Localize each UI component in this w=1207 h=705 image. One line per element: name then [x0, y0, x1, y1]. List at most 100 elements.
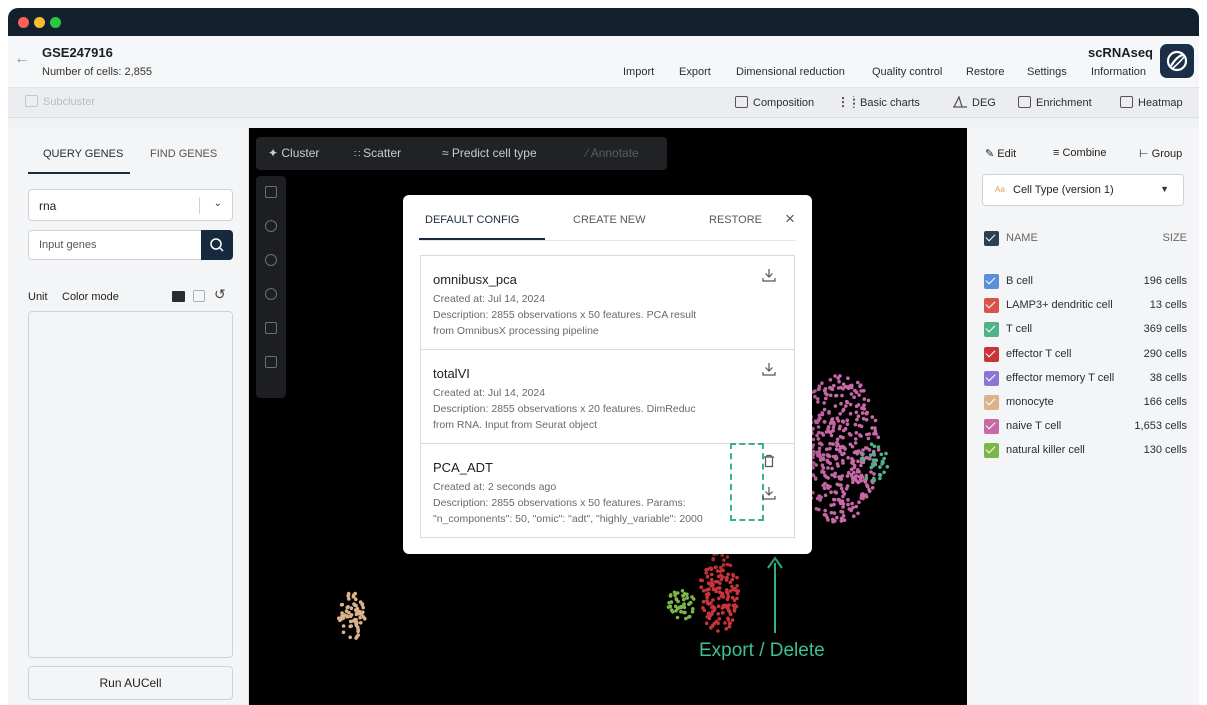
export-image-icon[interactable] — [265, 356, 277, 368]
cell-point — [731, 572, 735, 577]
cell-point — [735, 596, 739, 601]
tab-query-genes[interactable]: QUERY GENES — [43, 148, 123, 160]
enrichment-button[interactable]: Enrichment — [1018, 96, 1092, 109]
cell-type-row[interactable]: T cell 369 cells — [984, 320, 1187, 340]
cell-type-checkbox[interactable] — [984, 298, 999, 314]
cell-point — [839, 486, 844, 491]
menu-quality-control[interactable]: Quality control — [872, 66, 942, 78]
cell-point — [835, 462, 840, 466]
close-icon[interactable]: × — [785, 209, 795, 229]
cell-point — [857, 393, 861, 397]
deg-label: DEG — [972, 97, 996, 109]
reduction-item[interactable]: omnibusx_pca Created at: Jul 14, 2024 De… — [420, 255, 795, 350]
cell-point — [861, 452, 865, 456]
cell-type-checkbox[interactable] — [984, 395, 999, 410]
cell-point — [813, 394, 817, 399]
minimize-window-button[interactable] — [34, 17, 45, 28]
cell-point — [835, 437, 840, 442]
reduction-item[interactable]: totalVI Created at: Jul 14, 2024 Descrip… — [420, 349, 795, 444]
tab-default-config[interactable]: DEFAULT CONFIG — [425, 214, 519, 226]
close-window-button[interactable] — [18, 17, 29, 28]
gene-search-input[interactable] — [29, 231, 201, 259]
basic-charts-button[interactable]: Basic charts — [842, 96, 920, 109]
cell-type-checkbox[interactable] — [984, 443, 999, 459]
cell-point — [831, 442, 835, 446]
cell-point — [828, 446, 832, 451]
reduction-created: Created at: Jul 14, 2024 — [433, 293, 546, 305]
cell-point — [726, 572, 730, 577]
cell-point — [818, 498, 822, 502]
cell-point — [704, 621, 709, 626]
color-mode-label[interactable]: Color mode — [62, 291, 119, 303]
cell-type-row[interactable]: effector T cell 290 cells — [984, 345, 1187, 365]
cell-point — [828, 378, 833, 382]
heatmap-button[interactable]: Heatmap — [1120, 96, 1183, 109]
zoom-in-icon[interactable] — [265, 220, 277, 232]
select-all-checkbox[interactable] — [984, 231, 999, 246]
cell-type-row[interactable]: effector memory T cell 38 cells — [984, 369, 1187, 389]
cell-type-row[interactable]: monocyte 166 cells — [984, 393, 1187, 413]
deg-button[interactable]: DEG — [953, 95, 996, 109]
assay-select[interactable]: rna ⌄ — [28, 189, 233, 221]
combine-button[interactable]: ≡ Combine — [1053, 147, 1107, 159]
save-icon[interactable] — [193, 290, 205, 302]
lasso-icon[interactable] — [265, 186, 277, 198]
download-icon[interactable] — [762, 268, 776, 282]
run-aucell-button[interactable]: Run AUCell — [28, 666, 233, 700]
zoom-out-icon[interactable] — [265, 254, 277, 266]
cluster-tool[interactable]: ✦ Cluster — [268, 146, 319, 160]
cell-type-checkbox[interactable] — [984, 322, 999, 338]
cell-point — [832, 383, 836, 388]
cell-point — [854, 504, 858, 509]
folder-icon[interactable] — [172, 291, 185, 302]
settings-sliders-icon[interactable] — [265, 322, 277, 334]
cell-type-checkbox[interactable] — [984, 419, 999, 435]
tab-create-new[interactable]: CREATE NEW — [573, 214, 646, 226]
cell-type-row[interactable]: B cell 196 cells — [984, 272, 1187, 292]
cell-type-select[interactable]: Aa Cell Type (version 1) ▼ — [982, 174, 1184, 206]
cell-point — [869, 465, 874, 470]
subcluster-button[interactable]: Subcluster — [25, 95, 95, 108]
annotate-tool[interactable]: ∕ Annotate — [586, 146, 639, 160]
cell-point — [833, 490, 837, 494]
cell-type-checkbox[interactable] — [984, 346, 999, 362]
search-button[interactable] — [201, 230, 233, 260]
cell-type-row[interactable]: natural killer cell 130 cells — [984, 441, 1187, 461]
menu-restore[interactable]: Restore — [966, 66, 1005, 78]
cell-point — [838, 412, 842, 416]
cell-point — [690, 609, 695, 614]
edit-button[interactable]: ✎ Edit — [985, 147, 1016, 160]
cell-type-checkbox[interactable] — [984, 274, 999, 289]
reset-icon[interactable]: ↺ — [214, 286, 226, 303]
reduction-item[interactable]: PCA_ADT Created at: 2 seconds ago Descri… — [420, 443, 795, 538]
group-button[interactable]: ⊢ Group — [1139, 147, 1182, 160]
menu-import[interactable]: Import — [623, 66, 654, 78]
cell-type-row[interactable]: LAMP3+ dendritic cell 13 cells — [984, 296, 1187, 316]
scatter-tool[interactable]: ∷ Scatter — [354, 146, 401, 160]
cell-type-size: 38 cells — [1149, 371, 1187, 384]
composition-button[interactable]: Composition — [735, 96, 814, 109]
cell-point — [824, 396, 828, 401]
pan-icon[interactable] — [265, 288, 277, 300]
predict-cell-type-tool[interactable]: ≈ Predict cell type — [442, 146, 537, 160]
download-icon[interactable] — [762, 362, 776, 376]
cell-type-checkbox[interactable] — [984, 370, 999, 386]
tab-restore[interactable]: RESTORE — [709, 214, 762, 226]
cell-point — [878, 465, 882, 469]
menu-information[interactable]: Information — [1091, 66, 1146, 78]
menu-export[interactable]: Export — [679, 66, 711, 78]
menu-settings[interactable]: Settings — [1027, 66, 1067, 78]
unit-label[interactable]: Unit — [28, 291, 48, 303]
menu-dimensional-reduction[interactable]: Dimensional reduction — [736, 66, 845, 78]
maximize-window-button[interactable] — [50, 17, 61, 28]
tab-find-genes[interactable]: FIND GENES — [150, 148, 217, 160]
trash-icon[interactable] — [762, 454, 776, 468]
cell-point — [711, 557, 715, 562]
cell-point — [728, 563, 733, 568]
back-arrow-icon[interactable]: ← — [14, 50, 30, 68]
cell-point — [813, 389, 817, 393]
cell-type-row[interactable]: naive T cell 1,653 cells — [984, 417, 1187, 437]
cell-point — [718, 581, 722, 585]
download-icon[interactable] — [762, 486, 776, 500]
cell-point — [353, 591, 357, 596]
